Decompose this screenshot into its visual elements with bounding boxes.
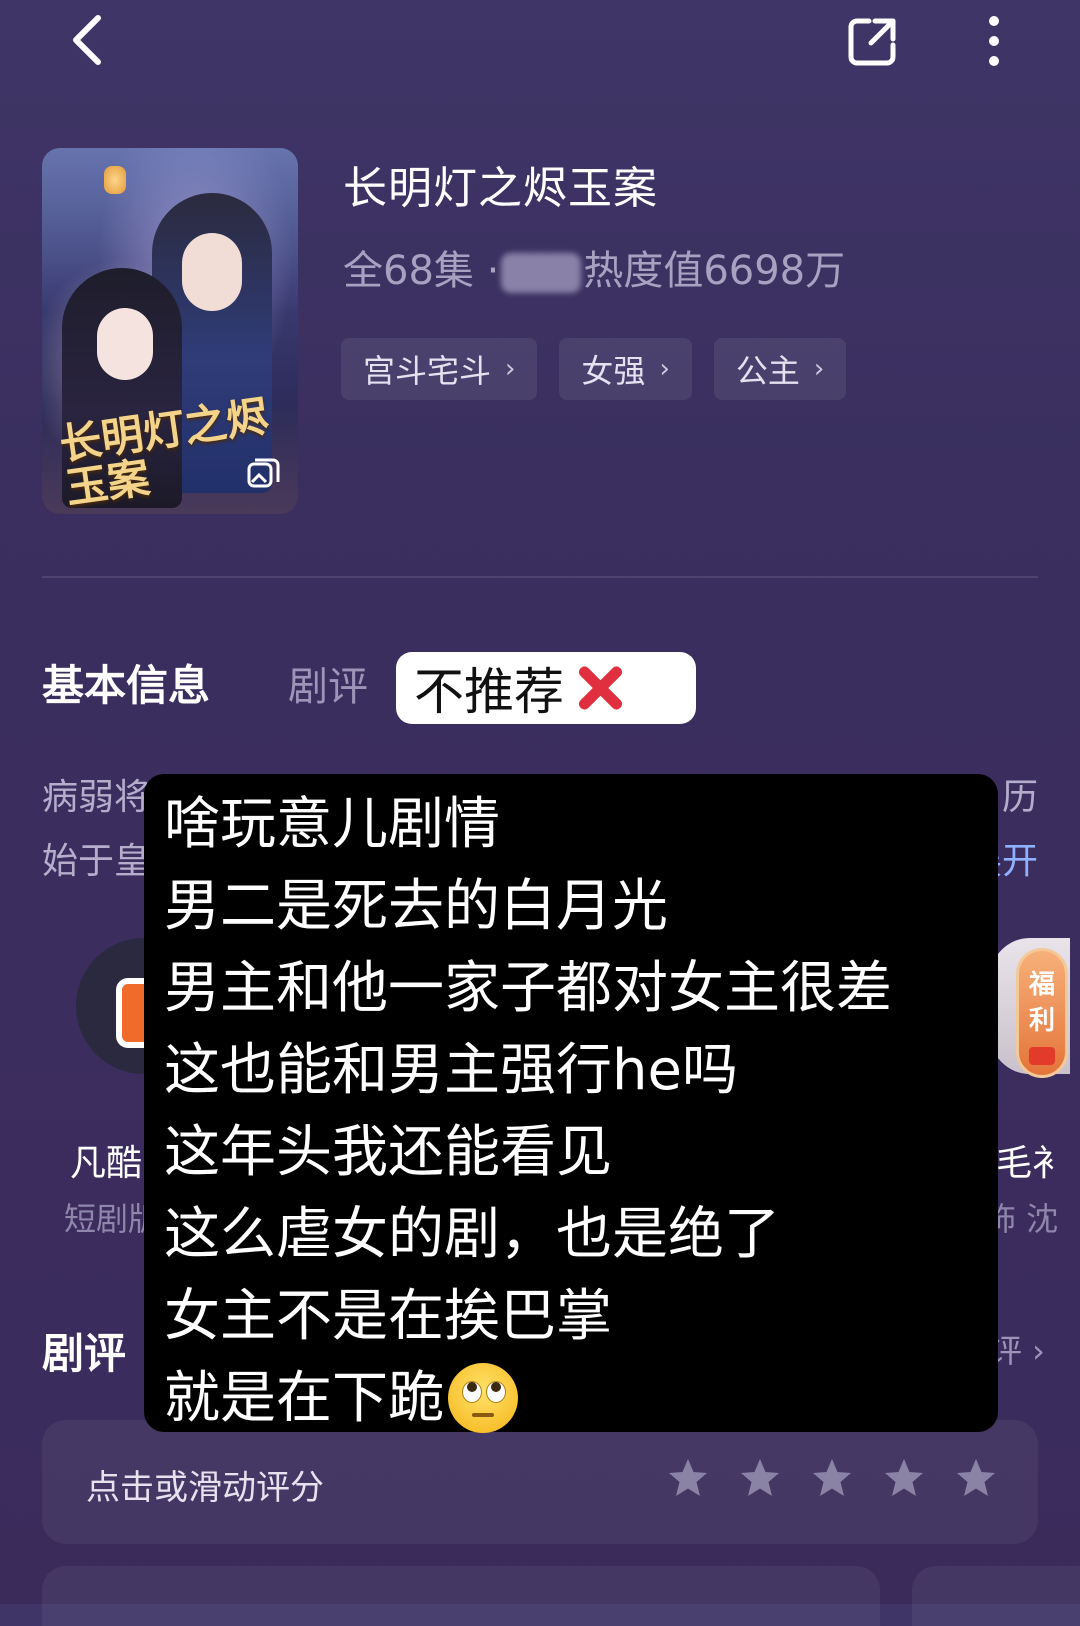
poster-male-face	[182, 233, 242, 311]
star-icon[interactable]	[738, 1456, 782, 1500]
eye-roll-emoji-icon	[448, 1362, 518, 1433]
chevron-left-icon	[73, 15, 101, 65]
overlay-line-last: 就是在下跪	[164, 1358, 998, 1440]
cross-mark-icon	[570, 658, 630, 718]
rating-stars[interactable]	[666, 1456, 998, 1500]
welfare-label: 福	[1028, 970, 1055, 1000]
lantern-graphic	[104, 166, 126, 194]
share-button[interactable]	[842, 10, 904, 72]
not-recommended-sticker: 不推荐	[396, 652, 696, 724]
tag-label: 女强	[581, 352, 646, 390]
chevron-right-icon: ›	[659, 354, 670, 384]
welfare-label: 利	[1028, 1006, 1055, 1036]
tab-reviews[interactable]: 剧评	[288, 654, 368, 712]
cast-name: 毛衤	[996, 1143, 1069, 1184]
star-icon[interactable]	[810, 1456, 854, 1500]
chevron-right-icon: ›	[813, 354, 825, 384]
welfare-badge[interactable]: 福 利	[1016, 948, 1068, 1078]
overlay-line: 这也能和男主强行he吗	[164, 1038, 738, 1103]
divider	[42, 576, 1038, 578]
star-icon[interactable]	[954, 1456, 998, 1500]
share-icon	[848, 18, 896, 66]
more-vertical-icon	[989, 16, 999, 66]
overlay-line: 这么虐女的剧，也是绝了	[164, 1202, 780, 1267]
blurred-text	[501, 253, 582, 293]
chevron-right-icon: ›	[505, 354, 516, 384]
red-envelope-icon	[1029, 1047, 1055, 1065]
tag-label: 公主	[735, 352, 800, 390]
back-button[interactable]	[60, 12, 116, 68]
reviews-more-link[interactable]: 评 ›	[990, 1326, 1045, 1372]
poster-image[interactable]: 长明灯之烬玉案	[42, 148, 298, 514]
overlay-line: 女主不是在挨巴掌	[164, 1284, 612, 1349]
description-line-1-end: 历	[1001, 777, 1038, 818]
rating-prompt: 点击或滑动评分	[86, 1468, 324, 1508]
more-button[interactable]	[972, 10, 1016, 72]
poster-female-face	[97, 308, 153, 380]
overlay-line: 啥玩意儿剧情	[164, 792, 500, 857]
show-title: 长明灯之烬玉案	[343, 163, 658, 214]
sticker-text: 不推荐	[414, 663, 564, 721]
tag-label: 宫斗宅斗	[363, 352, 492, 390]
overlay-line: 就是在下跪	[164, 1366, 444, 1431]
bottom-card	[42, 1566, 880, 1626]
review-text-overlay: 啥玩意儿剧情 男二是死去的白月光 男主和他一家子都对女主很差 这也能和男主强行h…	[144, 774, 998, 1433]
star-icon[interactable]	[666, 1456, 710, 1500]
star-icon[interactable]	[882, 1456, 926, 1500]
heat-value: 热度值6698万	[583, 248, 846, 294]
reviews-heading: 剧评	[42, 1329, 127, 1378]
episode-count: 全68集 ·	[343, 248, 500, 294]
image-gallery-icon	[247, 458, 280, 488]
show-meta: 全68集 · 热度值6698万	[343, 238, 845, 296]
tag-chip[interactable]: 女强 ›	[559, 338, 692, 400]
description-line-2: 始于皇	[42, 841, 151, 882]
description-line-1: 病弱将	[42, 777, 151, 818]
tag-chip[interactable]: 公主 ›	[713, 338, 847, 400]
tag-list: 宫斗宅斗 › 女强 › 公主 ›	[341, 338, 847, 400]
overlay-line: 这年头我还能看见	[164, 1120, 612, 1185]
overlay-line: 男主和他一家子都对女主很差	[164, 956, 892, 1021]
overlay-line: 男二是死去的白月光	[164, 874, 668, 939]
tab-basic-info[interactable]: 基本信息	[42, 652, 210, 713]
tag-chip[interactable]: 宫斗宅斗 ›	[341, 338, 538, 400]
cast-name: 凡酷	[70, 1143, 143, 1184]
bottom-card	[912, 1566, 1080, 1626]
